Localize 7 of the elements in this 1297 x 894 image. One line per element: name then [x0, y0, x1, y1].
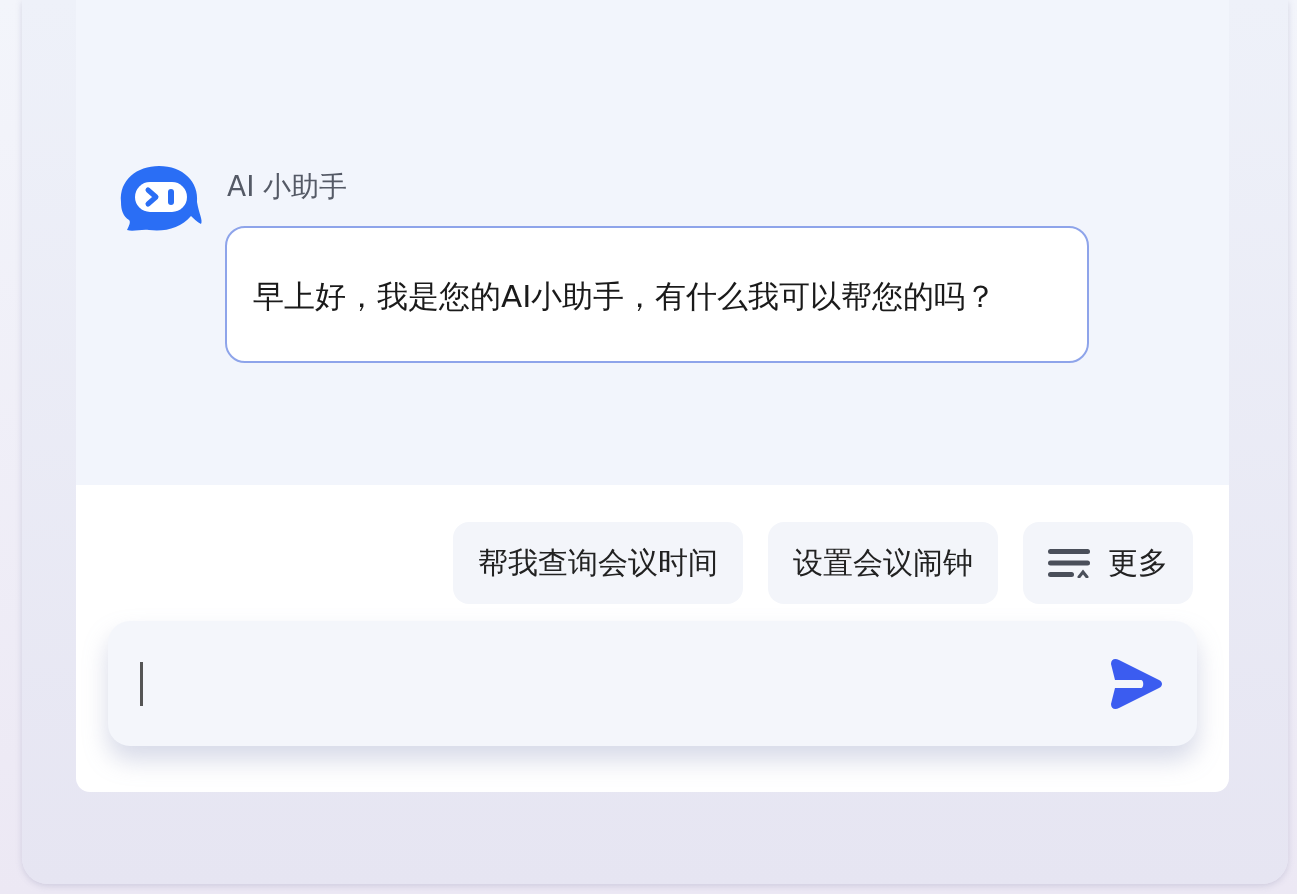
message-input[interactable] — [108, 621, 1197, 746]
suggestion-chip[interactable]: 设置会议闹钟 — [768, 522, 998, 604]
assistant-name: AI 小助手 — [227, 169, 348, 205]
message-bubble: 早上好，我是您的AI小助手，有什么我可以帮您的吗？ — [225, 226, 1089, 363]
more-button[interactable]: 更多 — [1023, 522, 1193, 604]
list-icon — [1048, 548, 1090, 578]
suggestion-chip[interactable]: 帮我查询会议时间 — [453, 522, 743, 604]
